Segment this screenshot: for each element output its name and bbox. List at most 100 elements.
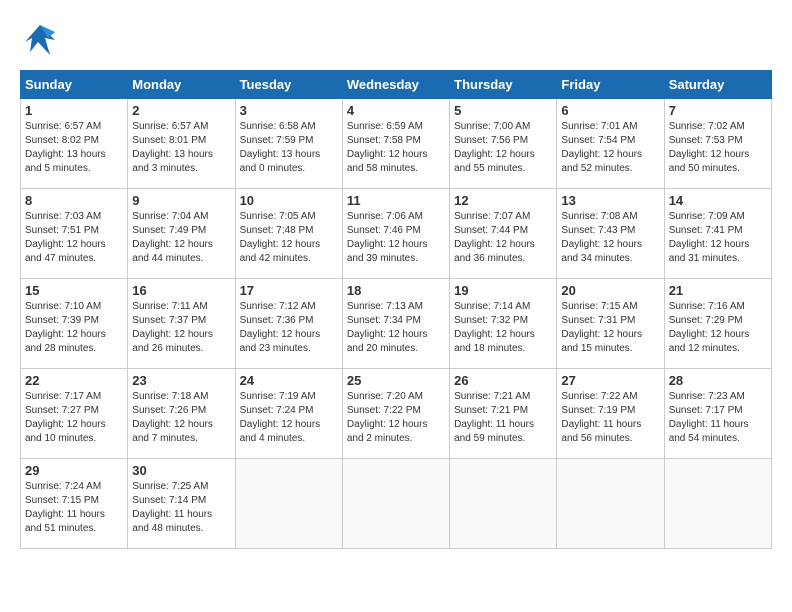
cell-text: Sunrise: 7:09 AMSunset: 7:41 PMDaylight:… — [669, 211, 750, 264]
weekday-header-row: SundayMondayTuesdayWednesdayThursdayFrid… — [21, 71, 772, 99]
day-number: 5 — [454, 103, 552, 118]
day-number: 2 — [132, 103, 230, 118]
day-number: 30 — [132, 463, 230, 478]
day-number: 22 — [25, 373, 123, 388]
weekday-header: Thursday — [450, 71, 557, 99]
calendar-cell — [664, 459, 771, 549]
cell-text: Sunrise: 7:21 AMSunset: 7:21 PMDaylight:… — [454, 391, 534, 444]
cell-text: Sunrise: 6:57 AMSunset: 8:01 PMDaylight:… — [132, 121, 213, 174]
calendar-cell: 9 Sunrise: 7:04 AMSunset: 7:49 PMDaylight… — [128, 189, 235, 279]
calendar-cell — [557, 459, 664, 549]
day-number: 15 — [25, 283, 123, 298]
calendar-cell: 17 Sunrise: 7:12 AMSunset: 7:36 PMDayligh… — [235, 279, 342, 369]
cell-text: Sunrise: 7:01 AMSunset: 7:54 PMDaylight:… — [561, 121, 642, 174]
cell-text: Sunrise: 7:25 AMSunset: 7:14 PMDaylight:… — [132, 481, 212, 534]
cell-text: Sunrise: 7:22 AMSunset: 7:19 PMDaylight:… — [561, 391, 641, 444]
calendar-week-row: 29 Sunrise: 7:24 AMSunset: 7:15 PMDayligh… — [21, 459, 772, 549]
cell-text: Sunrise: 7:02 AMSunset: 7:53 PMDaylight:… — [669, 121, 750, 174]
calendar-cell: 29 Sunrise: 7:24 AMSunset: 7:15 PMDayligh… — [21, 459, 128, 549]
day-number: 6 — [561, 103, 659, 118]
day-number: 27 — [561, 373, 659, 388]
day-number: 9 — [132, 193, 230, 208]
calendar-cell: 22 Sunrise: 7:17 AMSunset: 7:27 PMDayligh… — [21, 369, 128, 459]
day-number: 13 — [561, 193, 659, 208]
calendar-cell: 12 Sunrise: 7:07 AMSunset: 7:44 PMDayligh… — [450, 189, 557, 279]
day-number: 14 — [669, 193, 767, 208]
day-number: 28 — [669, 373, 767, 388]
day-number: 12 — [454, 193, 552, 208]
day-number: 19 — [454, 283, 552, 298]
day-number: 21 — [669, 283, 767, 298]
cell-text: Sunrise: 7:17 AMSunset: 7:27 PMDaylight:… — [25, 391, 106, 444]
logo — [20, 20, 64, 60]
calendar-cell: 18 Sunrise: 7:13 AMSunset: 7:34 PMDayligh… — [342, 279, 449, 369]
calendar-cell — [450, 459, 557, 549]
cell-text: Sunrise: 7:13 AMSunset: 7:34 PMDaylight:… — [347, 301, 428, 354]
weekday-header: Friday — [557, 71, 664, 99]
cell-text: Sunrise: 7:06 AMSunset: 7:46 PMDaylight:… — [347, 211, 428, 264]
cell-text: Sunrise: 7:20 AMSunset: 7:22 PMDaylight:… — [347, 391, 428, 444]
calendar-cell: 4Sunrise: 6:59 AMSunset: 7:58 PMDaylight… — [342, 99, 449, 189]
day-number: 17 — [240, 283, 338, 298]
calendar-table: SundayMondayTuesdayWednesdayThursdayFrid… — [20, 70, 772, 549]
day-number: 7 — [669, 103, 767, 118]
day-number: 11 — [347, 193, 445, 208]
cell-text: Sunrise: 7:18 AMSunset: 7:26 PMDaylight:… — [132, 391, 213, 444]
day-number: 18 — [347, 283, 445, 298]
cell-text: Sunrise: 7:11 AMSunset: 7:37 PMDaylight:… — [132, 301, 213, 354]
weekday-header: Tuesday — [235, 71, 342, 99]
day-number: 4 — [347, 103, 445, 118]
calendar-cell: 10 Sunrise: 7:05 AMSunset: 7:48 PMDayligh… — [235, 189, 342, 279]
day-number: 10 — [240, 193, 338, 208]
day-number: 29 — [25, 463, 123, 478]
calendar-cell: 13 Sunrise: 7:08 AMSunset: 7:43 PMDayligh… — [557, 189, 664, 279]
calendar-cell: 8 Sunrise: 7:03 AMSunset: 7:51 PMDaylight… — [21, 189, 128, 279]
page-header — [20, 20, 772, 60]
calendar-cell: 19 Sunrise: 7:14 AMSunset: 7:32 PMDayligh… — [450, 279, 557, 369]
calendar-cell: 27 Sunrise: 7:22 AMSunset: 7:19 PMDayligh… — [557, 369, 664, 459]
cell-text: Sunrise: 7:16 AMSunset: 7:29 PMDaylight:… — [669, 301, 750, 354]
calendar-cell: 20Sunrise: 7:15 AMSunset: 7:31 PMDayligh… — [557, 279, 664, 369]
calendar-cell: 6 Sunrise: 7:01 AMSunset: 7:54 PMDaylight… — [557, 99, 664, 189]
calendar-week-row: 1 Sunrise: 6:57 AMSunset: 8:02 PMDaylight… — [21, 99, 772, 189]
cell-text: Sunrise: 6:57 AMSunset: 8:02 PMDaylight:… — [25, 121, 106, 174]
day-number: 20 — [561, 283, 659, 298]
cell-text: Sunrise: 7:14 AMSunset: 7:32 PMDaylight:… — [454, 301, 535, 354]
cell-text: Sunrise: 7:24 AMSunset: 7:15 PMDaylight:… — [25, 481, 105, 534]
cell-text: Sunrise: 6:58 AMSunset: 7:59 PMDaylight:… — [240, 121, 321, 174]
cell-text: Sunrise: 7:12 AMSunset: 7:36 PMDaylight:… — [240, 301, 321, 354]
calendar-cell — [342, 459, 449, 549]
cell-text: Sunrise: 7:10 AMSunset: 7:39 PMDaylight:… — [25, 301, 106, 354]
calendar-cell — [235, 459, 342, 549]
calendar-cell: 16 Sunrise: 7:11 AMSunset: 7:37 PMDayligh… — [128, 279, 235, 369]
calendar-cell: 23Sunrise: 7:18 AMSunset: 7:26 PMDayligh… — [128, 369, 235, 459]
calendar-cell: 5 Sunrise: 7:00 AMSunset: 7:56 PMDaylight… — [450, 99, 557, 189]
day-number: 24 — [240, 373, 338, 388]
cell-text: Sunrise: 7:07 AMSunset: 7:44 PMDaylight:… — [454, 211, 535, 264]
calendar-cell: 1 Sunrise: 6:57 AMSunset: 8:02 PMDaylight… — [21, 99, 128, 189]
day-number: 26 — [454, 373, 552, 388]
calendar-cell: 3 Sunrise: 6:58 AMSunset: 7:59 PMDaylight… — [235, 99, 342, 189]
day-number: 16 — [132, 283, 230, 298]
calendar-week-row: 22 Sunrise: 7:17 AMSunset: 7:27 PMDayligh… — [21, 369, 772, 459]
cell-text: Sunrise: 7:05 AMSunset: 7:48 PMDaylight:… — [240, 211, 321, 264]
day-number: 25 — [347, 373, 445, 388]
cell-text: Sunrise: 7:23 AMSunset: 7:17 PMDaylight:… — [669, 391, 749, 444]
weekday-header: Saturday — [664, 71, 771, 99]
calendar-cell: 30 Sunrise: 7:25 AMSunset: 7:14 PMDayligh… — [128, 459, 235, 549]
calendar-cell: 2 Sunrise: 6:57 AMSunset: 8:01 PMDaylight… — [128, 99, 235, 189]
weekday-header: Wednesday — [342, 71, 449, 99]
cell-text: Sunrise: 7:08 AMSunset: 7:43 PMDaylight:… — [561, 211, 642, 264]
calendar-cell: 15 Sunrise: 7:10 AMSunset: 7:39 PMDayligh… — [21, 279, 128, 369]
weekday-header: Sunday — [21, 71, 128, 99]
calendar-cell: 28 Sunrise: 7:23 AMSunset: 7:17 PMDayligh… — [664, 369, 771, 459]
day-number: 3 — [240, 103, 338, 118]
day-number: 8 — [25, 193, 123, 208]
calendar-week-row: 8 Sunrise: 7:03 AMSunset: 7:51 PMDaylight… — [21, 189, 772, 279]
day-number: 1 — [25, 103, 123, 118]
cell-text: Sunrise: 7:04 AMSunset: 7:49 PMDaylight:… — [132, 211, 213, 264]
cell-text: Sunrise: 7:03 AMSunset: 7:51 PMDaylight:… — [25, 211, 106, 264]
calendar-cell: 11 Sunrise: 7:06 AMSunset: 7:46 PMDayligh… — [342, 189, 449, 279]
calendar-week-row: 15 Sunrise: 7:10 AMSunset: 7:39 PMDayligh… — [21, 279, 772, 369]
cell-text: Sunrise: 7:00 AMSunset: 7:56 PMDaylight:… — [454, 121, 535, 174]
